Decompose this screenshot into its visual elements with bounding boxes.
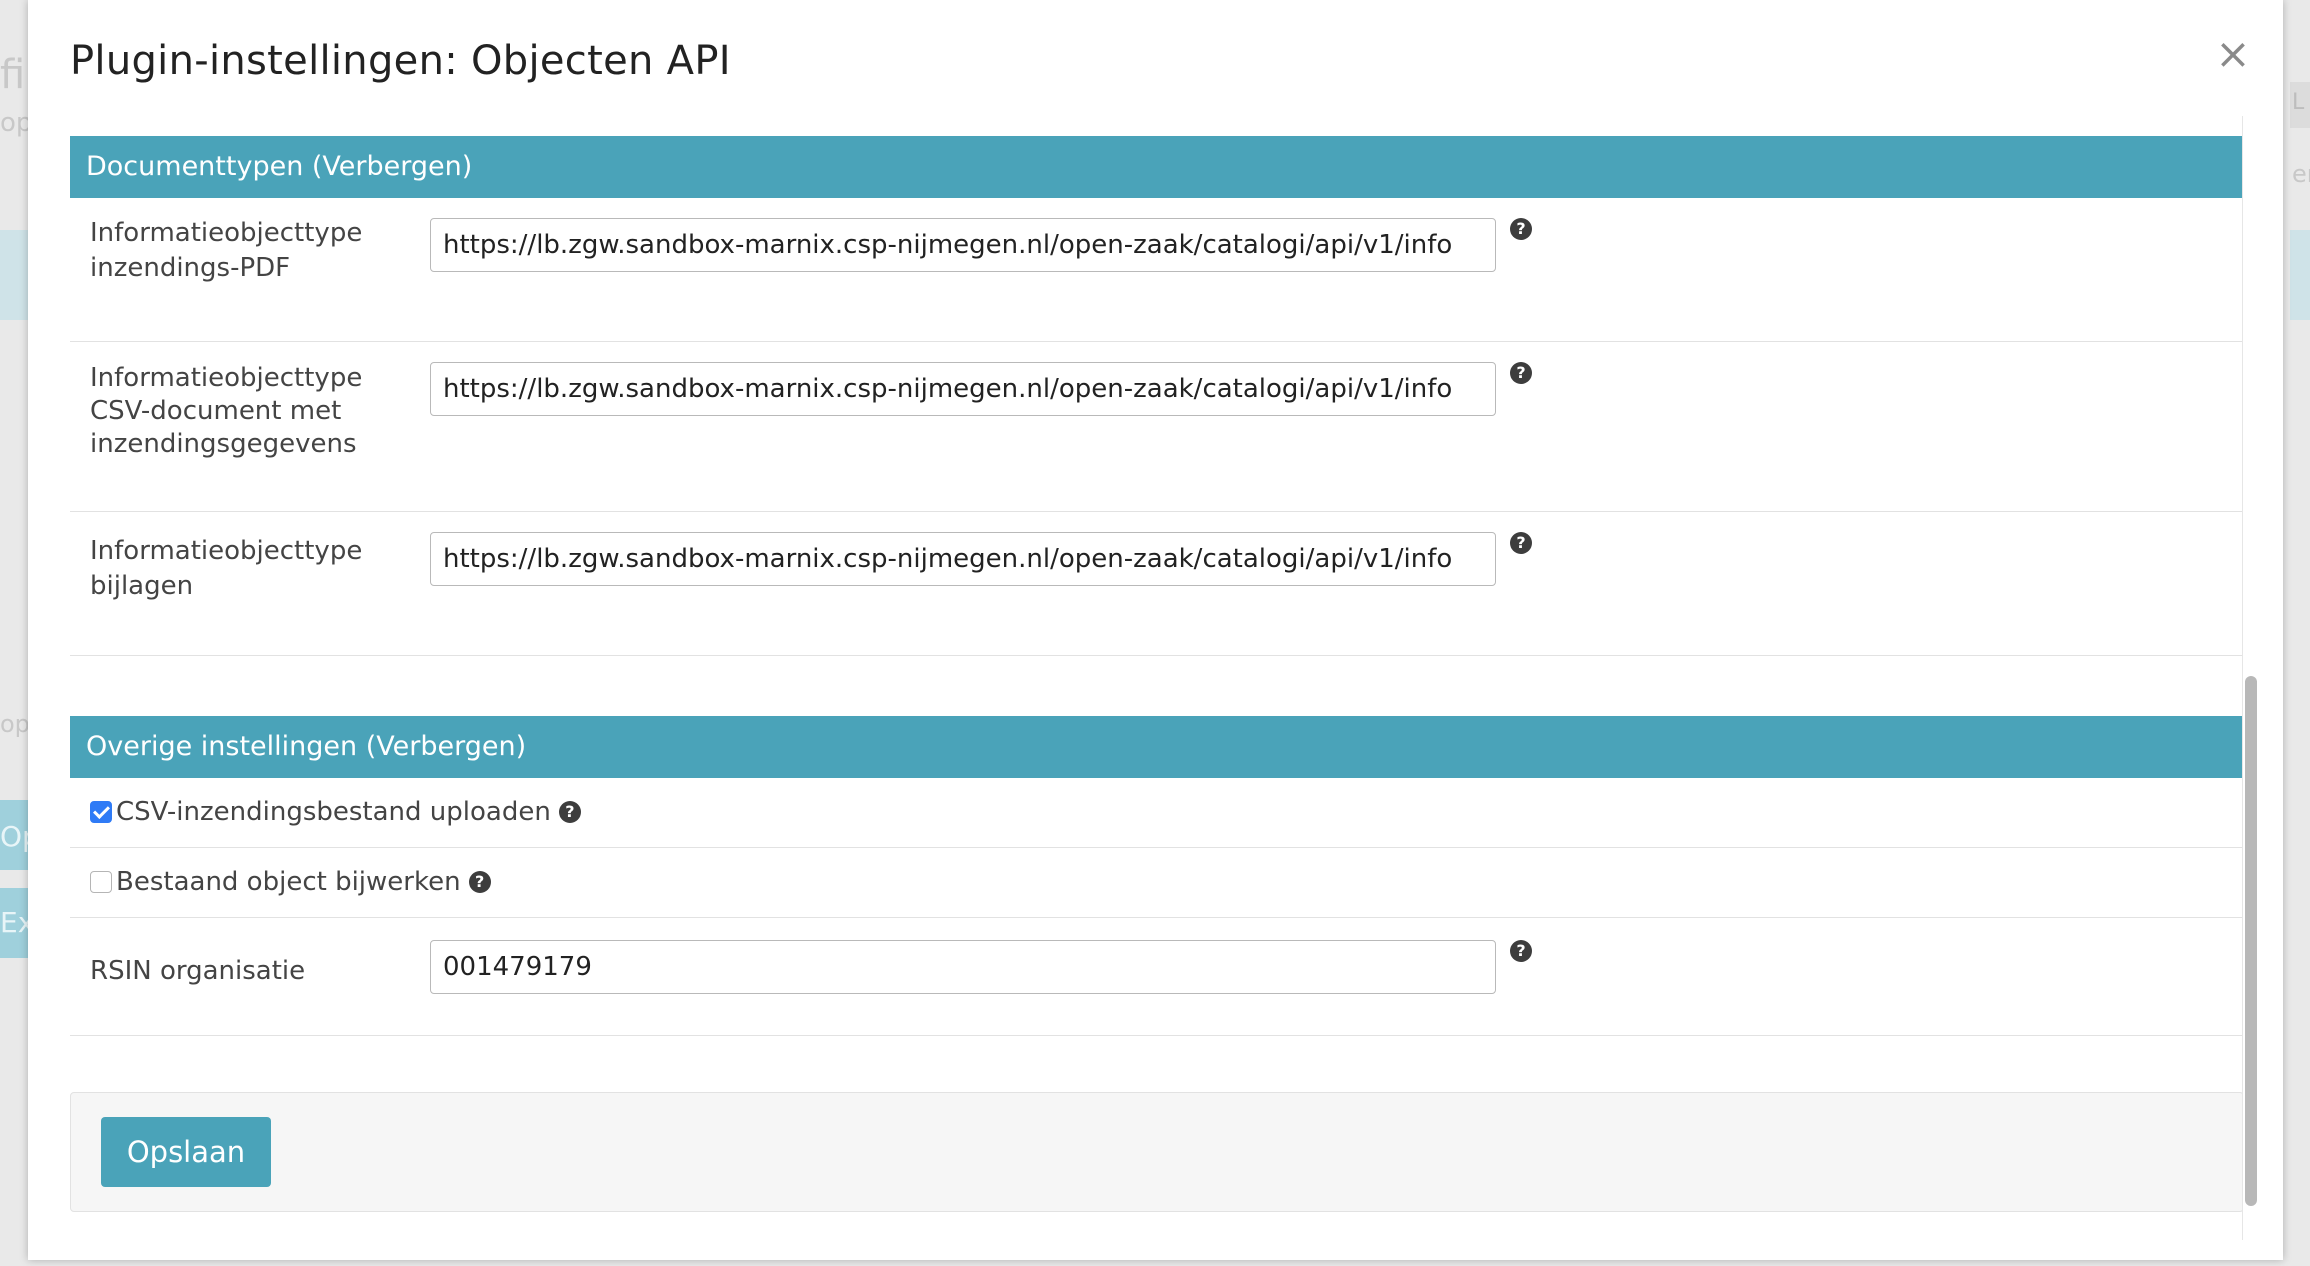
help-icon[interactable]: ? <box>468 871 491 893</box>
save-button[interactable]: Opslaan <box>101 1117 271 1187</box>
modal-body: Documenttypen (Verbergen) Informatieobje… <box>70 116 2244 1260</box>
informatieobjecttype-pdf-input[interactable] <box>430 218 1496 272</box>
plugin-settings-modal: Plugin-instellingen: Objecten API × Docu… <box>28 0 2283 1260</box>
field-label: RSIN organisatie <box>90 956 306 986</box>
section-header-overige-instellingen[interactable]: Overige instellingen (Verbergen) <box>70 716 2244 778</box>
csv-upload-checkbox[interactable] <box>90 801 112 823</box>
background-text-fragment: op <box>0 710 30 738</box>
checkbox-container: Bestaand object bijwerken ? <box>90 848 491 916</box>
informatieobjecttype-csv-input[interactable] <box>430 362 1496 416</box>
field-label: Informatieobjecttype CSV-document met in… <box>90 363 363 459</box>
form-row-informatieobjecttype-bijlagen: Informatieobjecttype bijlagen ? <box>70 512 2244 656</box>
close-icon[interactable]: × <box>2211 32 2255 76</box>
field-label: Informatieobjecttype bijlagen <box>90 536 363 601</box>
checkbox-label[interactable]: Bestaand object bijwerken <box>116 867 461 897</box>
help-icon[interactable]: ? <box>558 801 581 823</box>
bestaand-object-checkbox[interactable] <box>90 871 112 893</box>
field-label: Informatieobjecttype inzendings-PDF <box>90 218 363 283</box>
form-row-rsin: RSIN organisatie ? <box>70 918 2244 1036</box>
background-panel <box>0 230 28 320</box>
checkbox-container: CSV-inzendingsbestand uploaden ? <box>90 778 581 846</box>
rsin-input[interactable] <box>430 940 1496 994</box>
help-icon[interactable]: ? <box>1510 940 1532 962</box>
form-footer: Opslaan <box>70 1092 2244 1212</box>
section-header-documenttypen[interactable]: Documenttypen (Verbergen) <box>70 136 2244 198</box>
checkbox-label[interactable]: CSV-inzendingsbestand uploaden <box>116 797 551 827</box>
background-text-fragment: er <box>2292 160 2310 188</box>
form-row-informatieobjecttype-csv: Informatieobjecttype CSV-document met in… <box>70 342 2244 512</box>
form-row-bestaand-object: Bestaand object bijwerken ? <box>70 848 2244 918</box>
help-icon[interactable]: ? <box>1510 218 1532 240</box>
scrollbar-thumb[interactable] <box>2245 676 2257 1206</box>
modal-title: Plugin-instellingen: Objecten API <box>70 38 731 84</box>
background-text-fragment: fi <box>0 52 26 98</box>
form-row-informatieobjecttype-pdf: Informatieobjecttype inzendings-PDF ? <box>70 198 2244 342</box>
scrollbar[interactable] <box>2242 116 2259 1240</box>
background-panel <box>2290 230 2310 320</box>
informatieobjecttype-bijlagen-input[interactable] <box>430 532 1496 586</box>
help-icon[interactable]: ? <box>1510 532 1532 554</box>
help-icon[interactable]: ? <box>1510 362 1532 384</box>
background-text-fragment: L <box>2292 90 2305 115</box>
form-row-csv-upload: CSV-inzendingsbestand uploaden ? <box>70 778 2244 848</box>
